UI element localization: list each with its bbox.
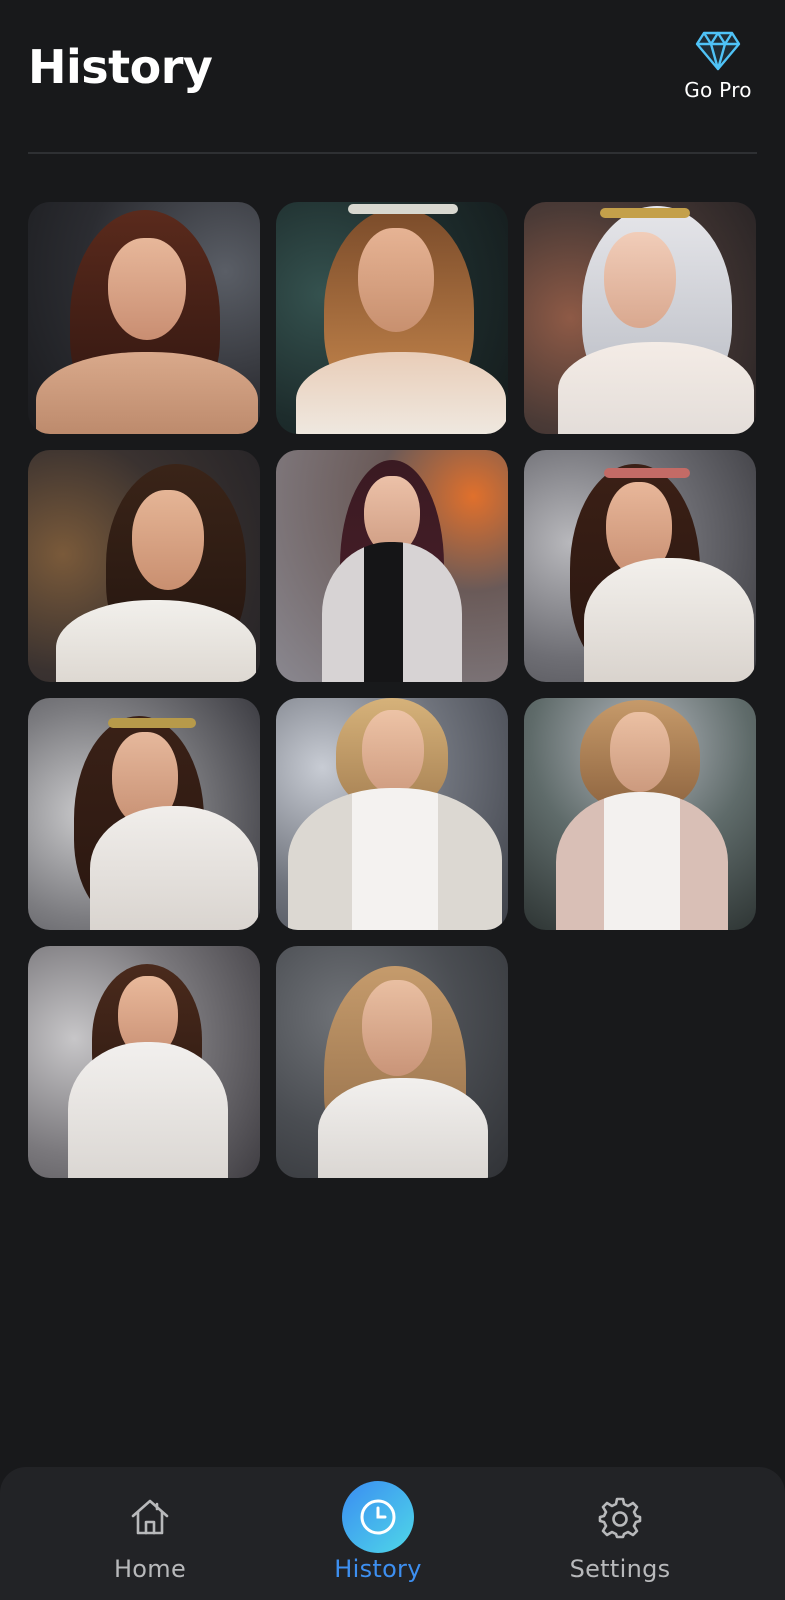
history-grid bbox=[28, 202, 757, 1178]
history-image[interactable] bbox=[28, 698, 260, 930]
nav-item-settings[interactable]: Settings bbox=[520, 1467, 720, 1600]
header-divider bbox=[28, 152, 757, 154]
nav-label-history: History bbox=[334, 1555, 422, 1583]
nav-item-history[interactable]: History bbox=[278, 1467, 478, 1600]
history-image[interactable] bbox=[276, 698, 508, 930]
go-pro-label: Go Pro bbox=[684, 78, 752, 102]
go-pro-button[interactable]: Go Pro bbox=[679, 30, 757, 110]
history-image[interactable] bbox=[524, 450, 756, 682]
nav-label-settings: Settings bbox=[569, 1555, 671, 1583]
home-icon bbox=[131, 1499, 169, 1535]
history-image[interactable] bbox=[276, 946, 508, 1178]
history-screen: History Go Pro Home History Settings bbox=[0, 0, 785, 1600]
bottom-nav: Home History Settings bbox=[0, 1467, 785, 1600]
history-image[interactable] bbox=[524, 202, 756, 434]
history-image[interactable] bbox=[28, 946, 260, 1178]
page-title: History bbox=[28, 40, 213, 94]
nav-label-home: Home bbox=[113, 1555, 187, 1583]
history-image[interactable] bbox=[28, 450, 260, 682]
history-image[interactable] bbox=[276, 202, 508, 434]
history-image[interactable] bbox=[28, 202, 260, 434]
nav-item-home[interactable]: Home bbox=[50, 1467, 250, 1600]
header: History Go Pro bbox=[0, 0, 785, 154]
history-image[interactable] bbox=[524, 698, 756, 930]
history-image[interactable] bbox=[276, 450, 508, 682]
gear-icon bbox=[598, 1497, 642, 1539]
clock-icon bbox=[360, 1499, 396, 1535]
diamond-icon bbox=[695, 31, 741, 71]
